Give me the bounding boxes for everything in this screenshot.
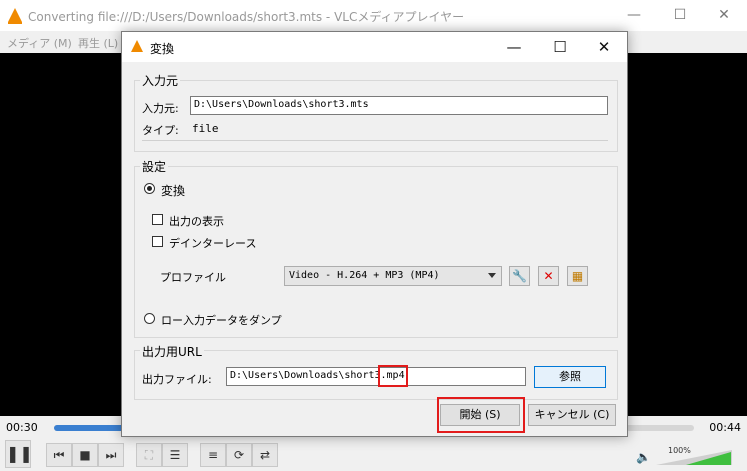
dialog-minimize-icon[interactable]: — (491, 32, 537, 62)
source-type-label: タイプ: (142, 124, 179, 137)
previous-icon[interactable]: ⏮ (46, 443, 72, 467)
destination-file-label: 出力ファイル: (142, 373, 212, 386)
playlist-icon[interactable]: ≡ (200, 443, 226, 467)
extended-settings-icon[interactable]: ☰ (162, 443, 188, 467)
dialog-maximize-icon[interactable]: ☐ (537, 32, 583, 62)
destination-file-path: D:\Users\Downloads\short3 (230, 370, 381, 381)
source-group-title: 入力元 (140, 72, 181, 89)
dump-raw-label: ロー入力データをダンプ (161, 314, 282, 327)
profile-label: プロファイル (160, 271, 226, 284)
stop-icon[interactable]: ■ (72, 443, 98, 467)
source-input-label: 入力元: (142, 102, 179, 115)
cancel-button[interactable]: キャンセル (C) (528, 404, 616, 426)
volume-slider-fill (686, 452, 731, 465)
show-output-label: 出力の表示 (169, 215, 224, 228)
time-total: 00:44 (709, 421, 741, 434)
shuffle-icon[interactable]: ⇄ (252, 443, 278, 467)
source-type-value: file (192, 122, 219, 135)
vlc-maximize-icon[interactable]: ☐ (657, 0, 703, 31)
dialog-vlc-icon (131, 40, 143, 52)
vlc-titlebar: Converting file:///D:/Users/Downloads/sh… (0, 0, 747, 31)
dialog-close-icon[interactable]: ✕ (581, 32, 627, 62)
dialog-title: 変換 (150, 42, 175, 56)
vlc-close-icon[interactable]: ✕ (701, 0, 747, 31)
show-output-checkbox[interactable] (152, 214, 163, 225)
dialog-titlebar: 変換 — ☐ ✕ (122, 32, 627, 62)
destination-file-field[interactable]: D:\Users\Downloads\short3.mp4 (226, 367, 526, 386)
source-input-field[interactable]: D:\Users\Downloads\short3.mts (190, 96, 608, 115)
vlc-cone-icon (8, 8, 22, 24)
pause-icon[interactable]: ❚❚ (5, 440, 33, 468)
delete-profile-icon[interactable]: ✕ (538, 266, 559, 286)
convert-radio[interactable] (144, 183, 155, 194)
menu-media[interactable]: メディア (M) (7, 35, 72, 51)
deinterlace-label: デインターレース (169, 237, 257, 250)
chevron-down-icon (488, 273, 496, 278)
settings-group-title: 設定 (140, 158, 169, 175)
extension-highlight-box (378, 365, 408, 387)
volume-icon[interactable]: 🔈 (636, 450, 651, 464)
volume-percent: 100% (668, 446, 691, 455)
profile-select-value: Video - H.264 + MP3 (MP4) (289, 270, 440, 281)
destination-group-title: 出力用URL (140, 343, 204, 360)
fullscreen-icon[interactable]: ⛶ (136, 443, 162, 467)
browse-button[interactable]: 参照 (534, 366, 606, 388)
time-elapsed: 00:30 (6, 421, 38, 434)
source-divider (142, 140, 608, 141)
convert-dialog: 変換 — ☐ ✕ 入力元 入力元: D:\Users\Downloads\sho… (121, 31, 628, 437)
dump-raw-radio[interactable] (144, 313, 155, 324)
source-group (134, 80, 618, 152)
wrench-icon[interactable]: 🔧 (509, 266, 530, 286)
vlc-minimize-icon[interactable]: — (611, 0, 657, 31)
new-profile-icon[interactable]: ▦ (567, 266, 588, 286)
profile-select[interactable]: Video - H.264 + MP3 (MP4) (284, 266, 502, 286)
next-icon[interactable]: ⏭ (98, 443, 124, 467)
deinterlace-checkbox[interactable] (152, 236, 163, 247)
vlc-window-title: Converting file:///D:/Users/Downloads/sh… (28, 10, 465, 24)
loop-icon[interactable]: ⟳ (226, 443, 252, 467)
start-highlight-box (437, 397, 525, 433)
menu-playback[interactable]: 再生 (L) (78, 35, 118, 51)
convert-radio-label: 変換 (161, 184, 186, 198)
